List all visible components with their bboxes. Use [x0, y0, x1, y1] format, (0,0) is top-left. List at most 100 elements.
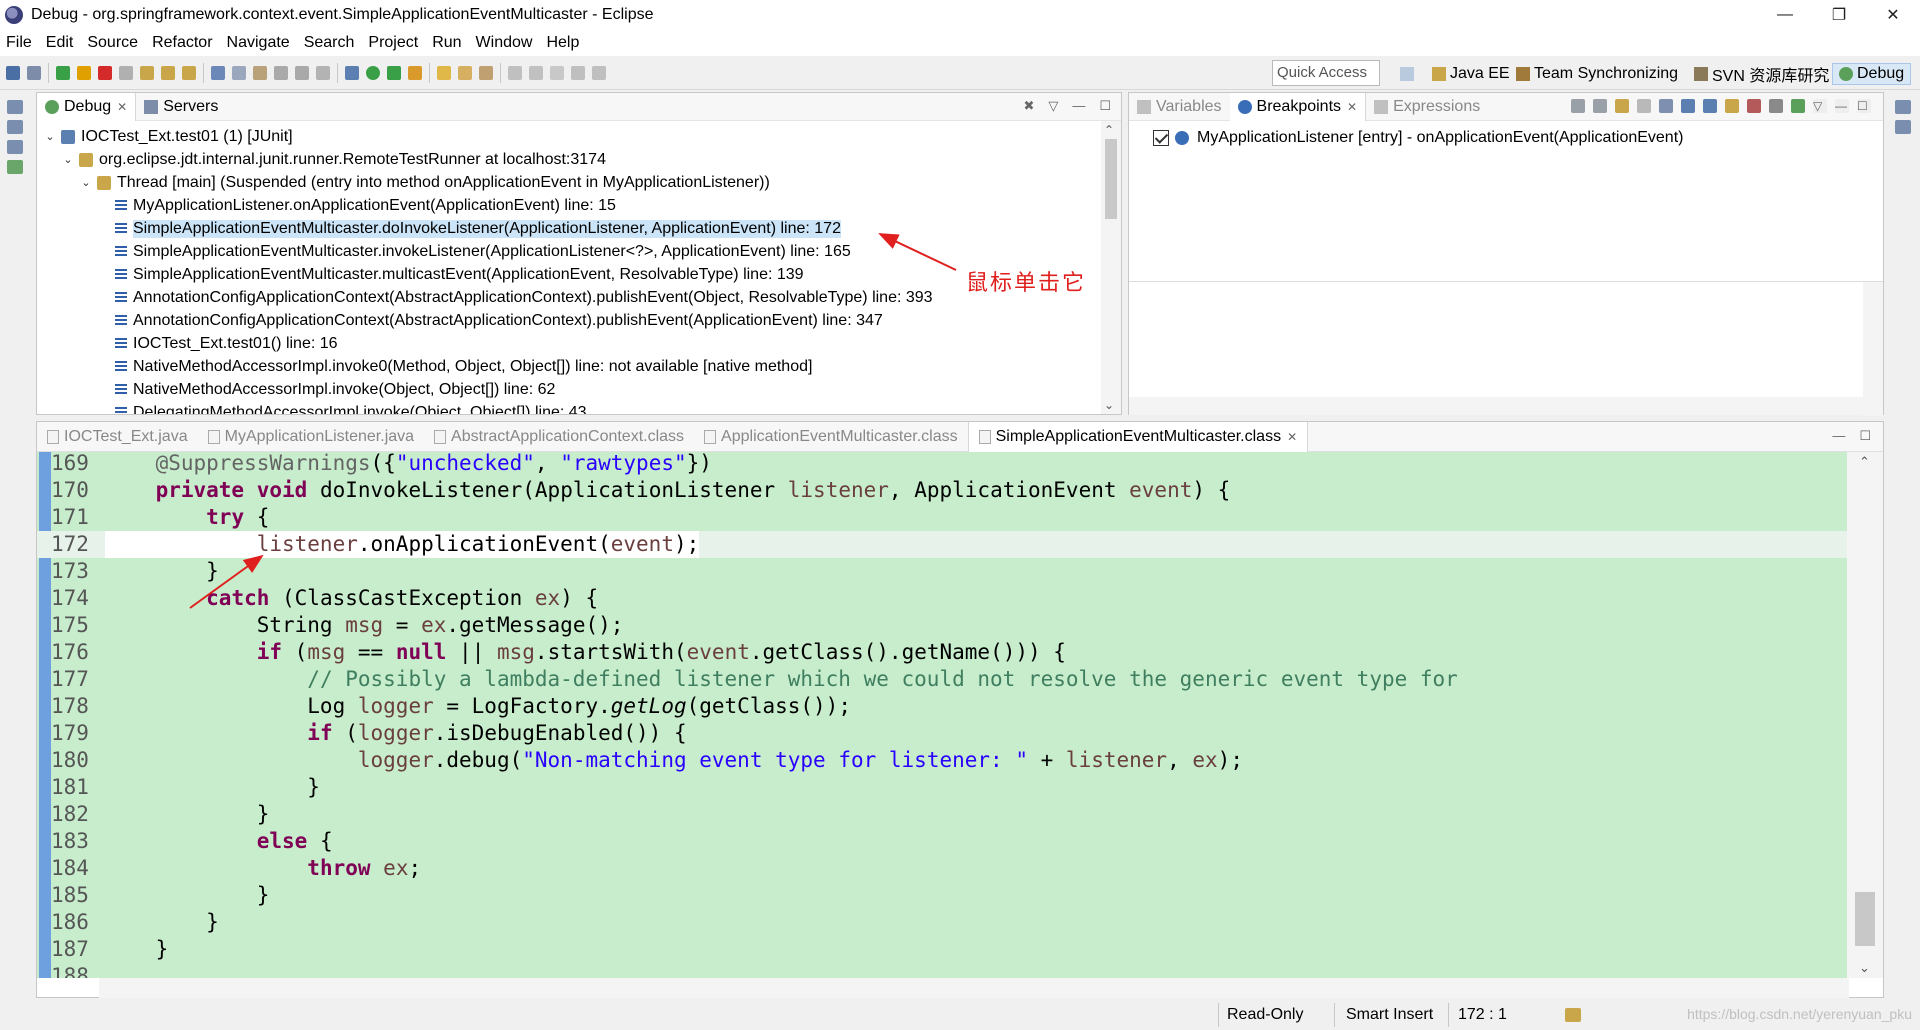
tab-expressions[interactable]: Expressions	[1366, 93, 1488, 121]
view-menu-icon[interactable]: ▽	[1813, 99, 1827, 113]
perspective-java-ee[interactable]: Java EE	[1432, 63, 1510, 85]
step-over-icon[interactable]	[161, 66, 175, 80]
use-step-filters-icon[interactable]	[211, 66, 225, 80]
tree-row[interactable]: MyApplicationListener.onApplicationEvent…	[97, 194, 616, 217]
scroll-up-icon[interactable]: ⌃	[1104, 123, 1114, 137]
minimize-view-icon[interactable]: —	[1072, 98, 1085, 114]
tree-row[interactable]: SimpleApplicationEventMulticaster.invoke…	[97, 240, 851, 263]
tree-row[interactable]: SimpleApplicationEventMulticaster.multic…	[97, 263, 804, 286]
open-type-icon[interactable]	[274, 66, 288, 80]
breakpoint-checkbox[interactable]	[1153, 130, 1169, 146]
expand-all-icon[interactable]	[1681, 99, 1695, 113]
code-line[interactable]: 174 catch (ClassCastException ex) {	[37, 585, 1847, 612]
trim-console-icon[interactable]	[7, 120, 23, 134]
close-button[interactable]: ✕	[1866, 0, 1920, 30]
perspective-switcher-icon[interactable]	[1400, 63, 1418, 85]
code-line[interactable]: 183 else {	[37, 828, 1847, 855]
debug-run-icon[interactable]	[345, 66, 359, 80]
tree-row[interactable]: DelegatingMethodAccessorImpl.invoke(Obje…	[97, 401, 587, 414]
import-breakpoints-icon[interactable]	[1769, 99, 1783, 113]
code-line[interactable]: 178 Log logger = LogFactory.getLog(getCl…	[37, 693, 1847, 720]
menu-source[interactable]: Source	[87, 34, 138, 52]
code-area[interactable]: 169 @SuppressWarnings({"unchecked", "raw…	[37, 452, 1883, 978]
quick-access-input[interactable]: Quick Access	[1272, 60, 1380, 86]
editor-vertical-scrollbar[interactable]: ⌃ ⌄	[1847, 452, 1883, 978]
code-line[interactable]: 170 private void doInvokeListener(Applic…	[37, 477, 1847, 504]
menu-refactor[interactable]: Refactor	[152, 34, 212, 52]
remove-breakpoint-icon[interactable]	[1571, 99, 1585, 113]
tab-breakpoints[interactable]: Breakpoints ✕	[1229, 92, 1367, 121]
tree-row[interactable]: ⌄ IOCTest_Ext.test01 (1) [JUnit]	[43, 125, 292, 148]
terminate-icon[interactable]	[98, 66, 112, 80]
breakpoint-item[interactable]: MyApplicationListener [entry] - onApplic…	[1153, 127, 1683, 149]
maximize-view-icon[interactable]: ☐	[1099, 98, 1111, 114]
menu-search[interactable]: Search	[304, 34, 355, 52]
open-task-icon[interactable]	[295, 66, 309, 80]
view-menu-icon[interactable]: ▽	[1048, 98, 1058, 114]
debug-tree-scrollbar[interactable]: ⌃ ⌄	[1101, 121, 1121, 414]
tree-row[interactable]: ⌄ org.eclipse.jdt.internal.junit.runner.R…	[61, 148, 606, 171]
external-tools-icon[interactable]	[408, 66, 422, 80]
tab-servers[interactable]: Servers	[136, 93, 226, 121]
back-icon[interactable]	[571, 66, 585, 80]
go-to-file-icon[interactable]	[1637, 99, 1651, 113]
code-line[interactable]: 184 throw ex;	[37, 855, 1847, 882]
code-line[interactable]: 186 }	[37, 909, 1847, 936]
collapse-all-icon[interactable]	[1703, 99, 1717, 113]
code-line[interactable]: 188	[37, 963, 1847, 978]
export-breakpoints-icon[interactable]	[1791, 99, 1805, 113]
code-line[interactable]: 176 if (msg == null || msg.startsWith(ev…	[37, 639, 1847, 666]
pen-icon[interactable]	[479, 66, 493, 80]
scroll-down-icon[interactable]: ⌄	[1859, 960, 1870, 976]
code-line[interactable]: 169 @SuppressWarnings({"unchecked", "raw…	[37, 452, 1847, 477]
editor-tab-ioctest-ext[interactable]: IOCTest_Ext.java	[37, 422, 198, 452]
scroll-up-icon[interactable]: ⌃	[1859, 454, 1870, 470]
trim-tasks-icon[interactable]	[1895, 120, 1911, 134]
run-icon[interactable]	[366, 66, 380, 80]
maximize-view-icon[interactable]: ☐	[1857, 99, 1871, 113]
menu-window[interactable]: Window	[476, 34, 533, 52]
maximize-editor-icon[interactable]: ☐	[1859, 428, 1871, 444]
scroll-down-icon[interactable]: ⌄	[1104, 398, 1114, 412]
stack-frame-selected[interactable]: SimpleApplicationEventMulticaster.doInvo…	[97, 217, 841, 240]
code-line[interactable]: 185 }	[37, 882, 1847, 909]
code-line[interactable]: 173 }	[37, 558, 1847, 585]
editor-horizontal-scrollbar[interactable]	[99, 978, 1849, 998]
scrollbar-thumb[interactable]	[1855, 892, 1875, 946]
tree-row[interactable]: ⌄ Thread [main] (Suspended (entry into me…	[79, 171, 769, 194]
minimize-button[interactable]: —	[1758, 0, 1812, 30]
code-line[interactable]: 187 }	[37, 936, 1847, 963]
scrollbar-thumb[interactable]	[1105, 139, 1117, 219]
tab-debug[interactable]: Debug ✕	[37, 92, 137, 121]
editor-tab-myapplicationlistener[interactable]: MyApplicationListener.java	[198, 422, 424, 452]
code-line[interactable]: 177 // Possibly a lambda-defined listene…	[37, 666, 1847, 693]
save-icon[interactable]	[6, 66, 20, 80]
code-line[interactable]: 180 logger.debug("Non-matching event typ…	[37, 747, 1847, 774]
disconnect-icon[interactable]	[119, 66, 133, 80]
code-line[interactable]: 172 listener.onApplicationEvent(event);	[37, 531, 1847, 558]
tree-row[interactable]: NativeMethodAccessorImpl.invoke(Object, …	[97, 378, 555, 401]
menu-run[interactable]: Run	[432, 34, 461, 52]
toggle-mark-icon[interactable]	[316, 66, 330, 80]
remove-all-breakpoints-icon[interactable]	[1593, 99, 1607, 113]
restore-button[interactable]: ❐	[1812, 0, 1866, 30]
suspend-icon[interactable]	[77, 66, 91, 80]
editor-tab-applicationeventmulticaster[interactable]: ApplicationEventMulticaster.class	[694, 422, 968, 452]
tree-row[interactable]: IOCTest_Ext.test01() line: 16	[97, 332, 338, 355]
tree-row[interactable]: AnnotationConfigApplicationContext(Abstr…	[97, 286, 933, 309]
skip-breakpoints-icon[interactable]	[27, 66, 41, 80]
perspective-debug[interactable]: Debug	[1832, 63, 1912, 85]
code-line[interactable]: 181 }	[37, 774, 1847, 801]
editor-tab-abstractapplicationcontext[interactable]: AbstractApplicationContext.class	[424, 422, 694, 452]
step-into-icon[interactable]	[140, 66, 154, 80]
detail-horizontal-scrollbar[interactable]	[1129, 397, 1863, 415]
resume-icon[interactable]	[56, 66, 70, 80]
tree-expand-toggle[interactable]: ⌄	[43, 130, 57, 143]
tree-row[interactable]: NativeMethodAccessorImpl.invoke0(Method,…	[97, 355, 812, 378]
trim-history-icon[interactable]	[7, 140, 23, 154]
perspective-team-sync[interactable]: Team Synchronizing	[1516, 63, 1678, 85]
previous-annotation-icon[interactable]	[529, 66, 543, 80]
skip-all-breakpoints-icon[interactable]	[1659, 99, 1673, 113]
open-folder-icon[interactable]	[437, 66, 451, 80]
search-icon[interactable]	[458, 66, 472, 80]
